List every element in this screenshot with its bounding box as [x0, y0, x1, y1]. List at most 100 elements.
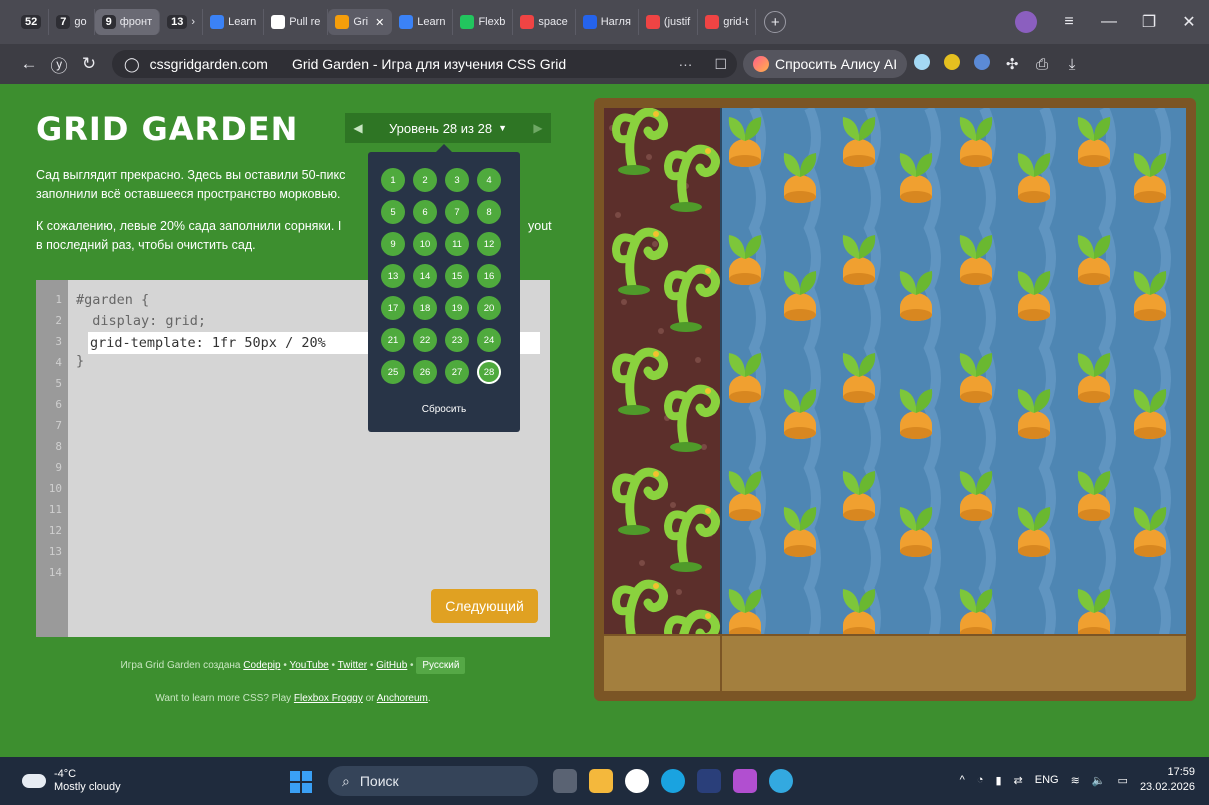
level-20-button[interactable]: 20: [477, 296, 501, 320]
taskbar-search[interactable]: ⌕ Поиск: [328, 766, 538, 796]
windows-start-icon[interactable]: [290, 771, 312, 793]
twitter-link[interactable]: Twitter: [338, 660, 367, 671]
level-24-button[interactable]: 24: [477, 328, 501, 352]
browser-tab[interactable]: 7 go: [49, 9, 95, 35]
url-field[interactable]: ◯ cssgridgarden.com Grid Garden - Игра д…: [112, 50, 737, 78]
language-selector[interactable]: Русский: [416, 657, 466, 674]
level-25-button[interactable]: 25: [381, 360, 405, 384]
browser-tab[interactable]: Gri ✕: [328, 9, 393, 35]
clock[interactable]: 17:59 23.02.2026: [1140, 765, 1195, 795]
carrot-leaf-left: [1077, 235, 1094, 259]
level-2-button[interactable]: 2: [413, 168, 437, 192]
level-27-button[interactable]: 27: [445, 360, 469, 384]
more-games: Want to learn more CSS? Play Flexbox Fro…: [36, 693, 550, 704]
level-15-button[interactable]: 15: [445, 264, 469, 288]
extension-icon-2[interactable]: [937, 54, 967, 74]
tray-chevron-icon[interactable]: ^: [960, 774, 965, 786]
site-info-icon[interactable]: ◯: [124, 56, 140, 73]
ask-alice-button[interactable]: Спросить Алису AI: [743, 50, 908, 78]
next-level-arrow[interactable]: ▶: [525, 113, 551, 143]
level-5-button[interactable]: 5: [381, 200, 405, 224]
github-link[interactable]: GitHub: [376, 660, 407, 671]
codepip-link[interactable]: Codepip: [243, 660, 280, 671]
reload-button[interactable]: ↻: [74, 54, 104, 74]
level-7-button[interactable]: 7: [445, 200, 469, 224]
browser-tab[interactable]: grid-t: [698, 9, 757, 35]
level-6-button[interactable]: 6: [413, 200, 437, 224]
carrot-leaf-left: [842, 117, 859, 141]
bookmark-icon[interactable]: ☐: [714, 56, 727, 73]
browser-tab[interactable]: Pull re: [264, 9, 329, 35]
level-1-button[interactable]: 1: [381, 168, 405, 192]
telegram-icon[interactable]: [769, 769, 793, 793]
app-icon-1[interactable]: [697, 769, 721, 793]
browser-tab[interactable]: Flexb: [453, 9, 514, 35]
level-10-button[interactable]: 10: [413, 232, 437, 256]
level-28-button[interactable]: 28: [477, 360, 501, 384]
browser-tab[interactable]: Learn: [392, 9, 454, 35]
close-tab-icon[interactable]: ✕: [375, 16, 384, 29]
description-tail: yout: [528, 219, 552, 233]
level-22-button[interactable]: 22: [413, 328, 437, 352]
level-11-button[interactable]: 11: [445, 232, 469, 256]
back-button[interactable]: ←: [14, 54, 44, 74]
minimize-button[interactable]: —: [1089, 13, 1129, 31]
language-indicator[interactable]: ENG: [1035, 774, 1059, 786]
level-8-button[interactable]: 8: [477, 200, 501, 224]
browser-tab[interactable]: 13 ›: [160, 9, 204, 35]
level-21-button[interactable]: 21: [381, 328, 405, 352]
next-button[interactable]: Следующий: [431, 589, 538, 623]
tray-network-icon[interactable]: ⇄: [1014, 774, 1023, 787]
weather-widget[interactable]: -4°C Mostly cloudy: [22, 768, 121, 794]
anchoreum-link[interactable]: Anchoreum: [377, 693, 428, 704]
soil-dot: [658, 328, 664, 334]
tray-app-icon[interactable]: ◔: [977, 774, 984, 786]
prev-level-button[interactable]: ◀: [345, 113, 371, 143]
level-18-button[interactable]: 18: [413, 296, 437, 320]
level-13-button[interactable]: 13: [381, 264, 405, 288]
garden-art: [609, 108, 1171, 634]
extensions-puzzle-icon[interactable]: ✣: [997, 55, 1027, 73]
new-tab-button[interactable]: +: [764, 11, 787, 33]
yandex-browser-icon[interactable]: [625, 769, 649, 793]
browser-tab[interactable]: 9 фронт: [94, 9, 161, 35]
level-26-button[interactable]: 26: [413, 360, 437, 384]
goland-icon[interactable]: [733, 769, 757, 793]
extension-icon-1[interactable]: [907, 54, 937, 74]
browser-tab[interactable]: (justif: [639, 9, 699, 35]
task-view-icon[interactable]: [553, 769, 577, 793]
level-12-button[interactable]: 12: [477, 232, 501, 256]
level-3-button[interactable]: 3: [445, 168, 469, 192]
browser-tab[interactable]: Нагля: [576, 9, 639, 35]
browser-tab[interactable]: space: [513, 9, 576, 35]
flexbox-froggy-link[interactable]: Flexbox Froggy: [294, 693, 363, 704]
level-indicator[interactable]: Уровень 28 из 28 ▼: [371, 113, 525, 143]
edge-icon[interactable]: [661, 769, 685, 793]
tray-meter-icon[interactable]: ▮: [995, 774, 1001, 787]
level-14-button[interactable]: 14: [413, 264, 437, 288]
carrot-base: [1078, 391, 1110, 403]
browser-tab[interactable]: 52: [14, 9, 50, 35]
restore-button[interactable]: ❐: [1129, 12, 1169, 32]
yandex-icon[interactable]: ⓨ: [44, 52, 74, 77]
battery-icon[interactable]: ▭: [1118, 774, 1128, 787]
youtube-link[interactable]: YouTube: [289, 660, 328, 671]
more-icon[interactable]: ···: [678, 56, 692, 72]
profile-avatar[interactable]: [1015, 11, 1037, 33]
level-19-button[interactable]: 19: [445, 296, 469, 320]
level-17-button[interactable]: 17: [381, 296, 405, 320]
level-23-button[interactable]: 23: [445, 328, 469, 352]
reset-button[interactable]: Сбросить: [368, 404, 520, 415]
extension-icon-3[interactable]: [967, 54, 997, 74]
download-icon[interactable]: ⤓: [1057, 56, 1087, 73]
reading-icon[interactable]: ⎙: [1027, 56, 1057, 73]
level-16-button[interactable]: 16: [477, 264, 501, 288]
wifi-icon[interactable]: ≋: [1071, 774, 1080, 787]
level-9-button[interactable]: 9: [381, 232, 405, 256]
browser-tab[interactable]: Learn: [203, 9, 265, 35]
volume-icon[interactable]: 🔈: [1092, 774, 1106, 787]
menu-icon[interactable]: ≡: [1049, 13, 1089, 31]
close-window-button[interactable]: ✕: [1169, 12, 1209, 32]
level-4-button[interactable]: 4: [477, 168, 501, 192]
file-explorer-icon[interactable]: [589, 769, 613, 793]
